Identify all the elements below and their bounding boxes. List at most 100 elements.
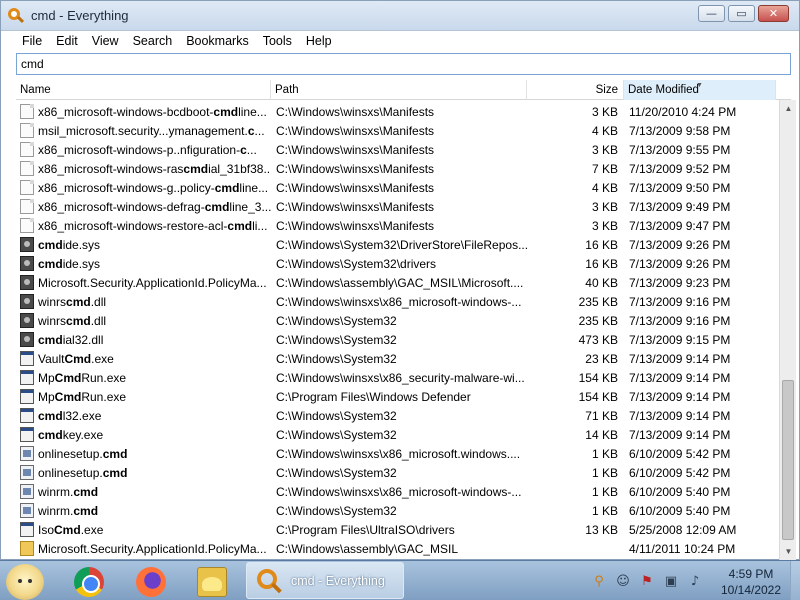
- gear-file-icon: [20, 275, 34, 290]
- script-file-icon: [20, 484, 34, 499]
- scrollbar-thumb[interactable]: [782, 380, 794, 540]
- filename-match: cmd: [38, 427, 63, 442]
- result-date-cell: 7/13/2009 9:49 PM: [629, 199, 731, 214]
- result-date-cell: 7/13/2009 9:16 PM: [629, 313, 731, 328]
- filename-match: cmd: [73, 484, 99, 499]
- result-size-cell: 13 KB: [585, 522, 618, 537]
- result-filename: VaultCmd.exe: [38, 352, 114, 366]
- script-file-icon: [20, 503, 34, 518]
- result-path-cell: C:\Windows\assembly\GAC_MSIL\Microsoft..…: [276, 275, 524, 290]
- result-row[interactable]: Microsoft.Security.ApplicationId.PolicyM…: [16, 539, 779, 558]
- result-row[interactable]: cmdial32.dll C:\Windows\System32 473 KB 7/1…: [16, 330, 779, 349]
- result-filename: cmdial32.dll: [38, 333, 103, 347]
- result-row[interactable]: x86_microsoft-windows-g..policy-cmdline.…: [16, 178, 779, 197]
- start-button[interactable]: [6, 564, 44, 600]
- show-desktop-button[interactable]: [790, 561, 800, 600]
- menu-tools[interactable]: Tools: [256, 34, 299, 48]
- close-button[interactable]: ✕: [758, 5, 789, 22]
- result-name-cell: MpCmdRun.exe: [16, 389, 271, 404]
- result-row[interactable]: IsoCmd.exe C:\Program Files\UltraISO\driv…: [16, 520, 779, 539]
- result-row[interactable]: x86_microsoft-windows-p..nfiguration-c..…: [16, 140, 779, 159]
- result-row[interactable]: cmdl32.exe C:\Windows\System32 71 KB 7/13/2…: [16, 406, 779, 425]
- menu-view[interactable]: View: [85, 34, 126, 48]
- result-row[interactable]: x86_microsoft-windows-restore-acl-cmdli.…: [16, 216, 779, 235]
- result-name-cell: winrm.cmd: [16, 503, 271, 518]
- result-row[interactable]: onlinesetup.cmd C:\Windows\System32 1 KB 6/…: [16, 463, 779, 482]
- result-row[interactable]: onlinesetup.cmd C:\Windows\winsxs\x86_mic…: [16, 444, 779, 463]
- filename-part: Microsoft.Security.ApplicationId.PolicyM…: [38, 275, 267, 290]
- result-row[interactable]: x86_microsoft-windows-defrag-cmdline_3..…: [16, 197, 779, 216]
- result-path-cell: C:\Windows\winsxs\Manifests: [276, 199, 435, 214]
- filename-match: c: [247, 123, 255, 138]
- menu-help[interactable]: Help: [299, 34, 339, 48]
- network-tray-icon[interactable]: ▣: [662, 572, 680, 590]
- result-row[interactable]: VaultCmd.exe C:\Windows\System32 23 KB 7/13…: [16, 349, 779, 368]
- result-date-cell: 7/13/2009 9:14 PM: [629, 427, 731, 442]
- doc-file-icon: [20, 142, 34, 157]
- menu-bar: File Edit View Search Bookmarks Tools He…: [1, 31, 799, 51]
- result-row[interactable]: x86_microsoft-windows-rascmdial_31bf38..…: [16, 159, 779, 178]
- file-explorer-icon[interactable]: [197, 567, 227, 597]
- filename-match: Cmd: [54, 370, 82, 385]
- search-input[interactable]: [16, 53, 791, 75]
- doc-file-icon: [20, 104, 34, 119]
- column-date-header[interactable]: ▼ Date Modified: [624, 80, 776, 100]
- result-name-cell: msil_microsoft.security...ymanagement.c.…: [16, 123, 271, 138]
- menu-edit[interactable]: Edit: [49, 34, 85, 48]
- result-row[interactable]: winrscmd.dll C:\Windows\System32 235 KB 7/1…: [16, 311, 779, 330]
- chrome-icon[interactable]: [74, 567, 104, 597]
- result-row[interactable]: cmdide.sys C:\Windows\System32\DriverStor…: [16, 235, 779, 254]
- result-filename: MpCmdRun.exe: [38, 371, 126, 385]
- doc-file-icon: [20, 180, 34, 195]
- firefox-icon[interactable]: [136, 567, 166, 597]
- result-size-cell: 1 KB: [591, 446, 618, 461]
- result-row[interactable]: Microsoft.Security.ApplicationId.PolicyM…: [16, 273, 779, 292]
- title-bar[interactable]: cmd - Everything — ▭ ✕: [1, 1, 799, 31]
- result-row[interactable]: x86_microsoft-windows-bcdboot-cmdline...…: [16, 102, 779, 121]
- minimize-button[interactable]: —: [698, 5, 725, 22]
- maximize-button[interactable]: ▭: [728, 5, 755, 22]
- filename-part: line...: [238, 104, 267, 119]
- vertical-scrollbar[interactable]: ▲ ▼: [779, 100, 796, 560]
- everything-tray-icon[interactable]: ⚲: [590, 572, 608, 590]
- filename-match: cmd: [38, 256, 63, 271]
- result-date-cell: 7/13/2009 9:16 PM: [629, 294, 731, 309]
- filename-part: winrm.: [38, 484, 74, 499]
- result-name-cell: onlinesetup.cmd: [16, 446, 271, 461]
- result-filename: winrscmd.dll: [38, 314, 106, 328]
- filename-part: x86_microsoft-windows-ras: [38, 161, 184, 176]
- result-row[interactable]: cmdkey.exe C:\Windows\System32 14 KB 7/13/2…: [16, 425, 779, 444]
- result-filename: msil_microsoft.security...ymanagement.c.…: [38, 124, 265, 138]
- result-filename: x86_microsoft-windows-rascmdial_31bf38..…: [38, 162, 271, 176]
- filename-part: x86_microsoft-windows-p..nfiguration-: [38, 142, 241, 157]
- flag-tray-icon[interactable]: ⚑: [638, 572, 656, 590]
- menu-file[interactable]: File: [15, 34, 49, 48]
- result-row[interactable]: winrm.cmd C:\Windows\System32 1 KB 6/10/200…: [16, 501, 779, 520]
- column-path-header[interactable]: Path: [271, 80, 527, 100]
- result-row[interactable]: cmdide.sys C:\Windows\System32\drivers 16 …: [16, 254, 779, 273]
- scroll-up-icon[interactable]: ▲: [780, 100, 797, 117]
- result-path-cell: C:\Windows\System32: [276, 503, 397, 518]
- system-clock[interactable]: 4:59 PM 10/14/2022: [706, 566, 796, 598]
- result-row[interactable]: winrscmd.dll C:\Windows\winsxs\x86_micros…: [16, 292, 779, 311]
- result-name-cell: cmdkey.exe: [16, 427, 271, 442]
- result-row[interactable]: MpCmdRun.exe C:\Windows\winsxs\x86_securi…: [16, 368, 779, 387]
- menu-bookmarks[interactable]: Bookmarks: [179, 34, 256, 48]
- result-row[interactable]: MpCmdRun.exe C:\Program Files\Windows Def…: [16, 387, 779, 406]
- chat-tray-icon[interactable]: ☺: [614, 572, 632, 590]
- result-row[interactable]: winrm.cmd C:\Windows\winsxs\x86_microsoft…: [16, 482, 779, 501]
- scroll-down-icon[interactable]: ▼: [780, 543, 797, 560]
- result-path-cell: C:\Windows\winsxs\Manifests: [276, 142, 435, 157]
- result-path-cell: C:\Windows\System32\drivers: [276, 256, 437, 271]
- column-name-header[interactable]: Name: [16, 80, 271, 100]
- clock-time: 4:59 PM: [728, 567, 774, 581]
- result-name-cell: x86_microsoft-windows-defrag-cmdline_3..…: [16, 199, 271, 214]
- filename-part: .exe: [80, 522, 104, 537]
- result-filename: winrm.cmd: [38, 504, 98, 518]
- volume-tray-icon[interactable]: ♪: [686, 572, 704, 590]
- taskbar-everything-button[interactable]: cmd - Everything: [246, 562, 404, 599]
- column-size-header[interactable]: Size: [527, 80, 624, 100]
- menu-search[interactable]: Search: [126, 34, 180, 48]
- result-row[interactable]: msil_microsoft.security...ymanagement.c.…: [16, 121, 779, 140]
- result-size-cell: 235 KB: [578, 294, 618, 309]
